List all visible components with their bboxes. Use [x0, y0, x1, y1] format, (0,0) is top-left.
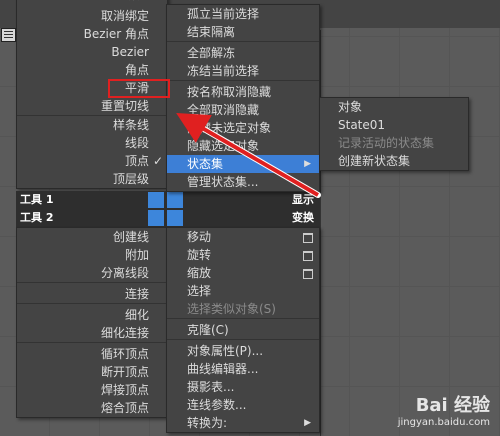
menu-item-object-properties[interactable]: 对象属性(P)... — [167, 342, 319, 360]
submenu-arrow-icon: ▶ — [304, 418, 311, 428]
menu-separator — [167, 41, 319, 42]
quad-indicator-tl — [148, 192, 164, 208]
viewport-menu-icon[interactable] — [1, 28, 16, 42]
menu-item-wire-parameters[interactable]: 连线参数... — [167, 396, 319, 414]
quad-right-upper-menu: 孤立当前选择 结束隔离 全部解冻 冻结当前选择 按名称取消隐藏 全部取消隐藏 隐… — [166, 4, 320, 192]
settings-box-icon[interactable] — [303, 233, 313, 243]
menu-item-unbind[interactable]: 取消绑定 — [17, 7, 167, 25]
watermark: Bai 经验 jingyan.baidu.com — [398, 391, 490, 428]
menu-item-select-similar[interactable]: 选择类似对象(S) — [167, 300, 319, 318]
menu-item-segment[interactable]: 线段 — [17, 134, 167, 152]
menu-item-isolate-selection[interactable]: 孤立当前选择 — [167, 5, 319, 23]
submenu-item-record-active-state[interactable]: 记录活动的状态集 — [320, 134, 468, 152]
menu-item-end-isolate[interactable]: 结束隔离 — [167, 23, 319, 41]
quad-label-transform: 变换 — [292, 211, 314, 224]
menu-item-detach-segment[interactable]: 分离线段 — [17, 264, 167, 282]
menu-item-scale[interactable]: 缩放 — [167, 264, 319, 282]
menu-item-refine[interactable]: 细化 — [17, 306, 167, 324]
menu-item-unhide-all[interactable]: 全部取消隐藏 — [167, 101, 319, 119]
submenu-item-state01[interactable]: State01 — [320, 116, 468, 134]
quad-left-lower-menu: 创建线 附加 分离线段 连接 细化 细化连接 循环顶点 断开顶点 焊接顶点 熔合… — [16, 227, 168, 418]
menu-separator — [167, 318, 319, 319]
menu-separator — [17, 342, 167, 343]
menu-item-move[interactable]: 移动 — [167, 228, 319, 246]
menu-item-scale-label: 缩放 — [187, 266, 212, 280]
menu-item-hide-unselected[interactable]: 隐藏未选定对象 — [167, 119, 319, 137]
menu-item-reset-tangent[interactable]: 重置切线 — [17, 97, 167, 115]
menu-item-vertex-label: 顶点 — [124, 154, 149, 168]
menu-item-select[interactable]: 选择 — [167, 282, 319, 300]
menu-item-unhide-by-name[interactable]: 按名称取消隐藏 — [167, 83, 319, 101]
quad-label-bar-1: 工具 1 显示 — [16, 191, 320, 209]
quad-right-lower-menu: 移动 旋转 缩放 选择 选择类似对象(S) 克隆(C) 对象属性(P)... 曲… — [166, 227, 320, 433]
quad-label-tools2: 工具 2 — [20, 211, 54, 224]
menu-item-fuse-vertices[interactable]: 熔合顶点 — [17, 399, 167, 417]
menu-item-corner[interactable]: 角点 — [17, 61, 167, 79]
check-icon: ✓ — [152, 154, 163, 168]
menu-item-refine-connect[interactable]: 细化连接 — [17, 324, 167, 342]
menu-item-rotate-label: 旋转 — [187, 248, 212, 262]
submenu-item-objects[interactable]: 对象 — [320, 98, 468, 116]
menu-item-vertex[interactable]: 顶点 ✓ — [17, 152, 167, 170]
menu-item-state-sets[interactable]: 状态集 ▶ — [167, 155, 319, 173]
menu-item-spline[interactable]: 样条线 — [17, 116, 167, 134]
quad-indicator-tr — [167, 192, 183, 208]
menu-item-freeze-selection[interactable]: 冻结当前选择 — [167, 62, 319, 80]
menu-item-clone[interactable]: 克隆(C) — [167, 321, 319, 339]
watermark-brand: Bai 经验 — [415, 395, 490, 416]
menu-item-move-label: 移动 — [187, 230, 212, 244]
menu-item-manage-state-sets[interactable]: 管理状态集... — [167, 173, 319, 191]
menu-item-convert-to[interactable]: 转换为: ▶ — [167, 414, 319, 432]
menu-item-bezier-corner[interactable]: Bezier 角点 — [17, 25, 167, 43]
quad-label-tools1: 工具 1 — [20, 193, 54, 206]
menu-item-hide-selection[interactable]: 隐藏选定对象 — [167, 137, 319, 155]
menu-item-convert-to-label: 转换为: — [187, 416, 228, 430]
menu-separator — [17, 303, 167, 304]
menu-item-attach[interactable]: 附加 — [17, 246, 167, 264]
quad-indicator-bl — [148, 210, 164, 226]
menu-item-rotate[interactable]: 旋转 — [167, 246, 319, 264]
quad-label-bar-2: 工具 2 变换 — [16, 209, 320, 227]
viewport-divider — [320, 30, 321, 436]
menu-separator — [167, 80, 319, 81]
menu-item-break-vertices[interactable]: 断开顶点 — [17, 363, 167, 381]
menu-item-unfreeze-all[interactable]: 全部解冻 — [167, 44, 319, 62]
menu-item-partial: 绑定 — [17, 0, 167, 7]
menu-item-curve-editor[interactable]: 曲线编辑器... — [167, 360, 319, 378]
menu-item-weld-vertices[interactable]: 焊接顶点 — [17, 381, 167, 399]
menu-item-state-sets-label: 状态集 — [187, 157, 224, 171]
quad-indicator-br — [167, 210, 183, 226]
menu-item-connect[interactable]: 连接 — [17, 285, 167, 303]
menu-item-bezier[interactable]: Bezier — [17, 43, 167, 61]
menu-separator — [17, 282, 167, 283]
watermark-url: jingyan.baidu.com — [397, 417, 490, 428]
settings-box-icon[interactable] — [303, 251, 313, 261]
menu-item-dope-sheet[interactable]: 摄影表... — [167, 378, 319, 396]
menu-item-cycle-vertices[interactable]: 循环顶点 — [17, 345, 167, 363]
annotation-highlight-box — [108, 79, 170, 98]
menu-separator — [167, 339, 319, 340]
state-sets-submenu: 对象 State01 记录活动的状态集 创建新状态集 — [319, 97, 469, 171]
menu-item-top-level[interactable]: 顶层级 — [17, 170, 167, 188]
menu-item-create-line[interactable]: 创建线 — [17, 228, 167, 246]
quad-label-display: 显示 — [292, 193, 314, 206]
settings-box-icon[interactable] — [303, 269, 313, 279]
submenu-item-create-state-set[interactable]: 创建新状态集 — [320, 152, 468, 170]
submenu-arrow-icon: ▶ — [304, 159, 311, 169]
